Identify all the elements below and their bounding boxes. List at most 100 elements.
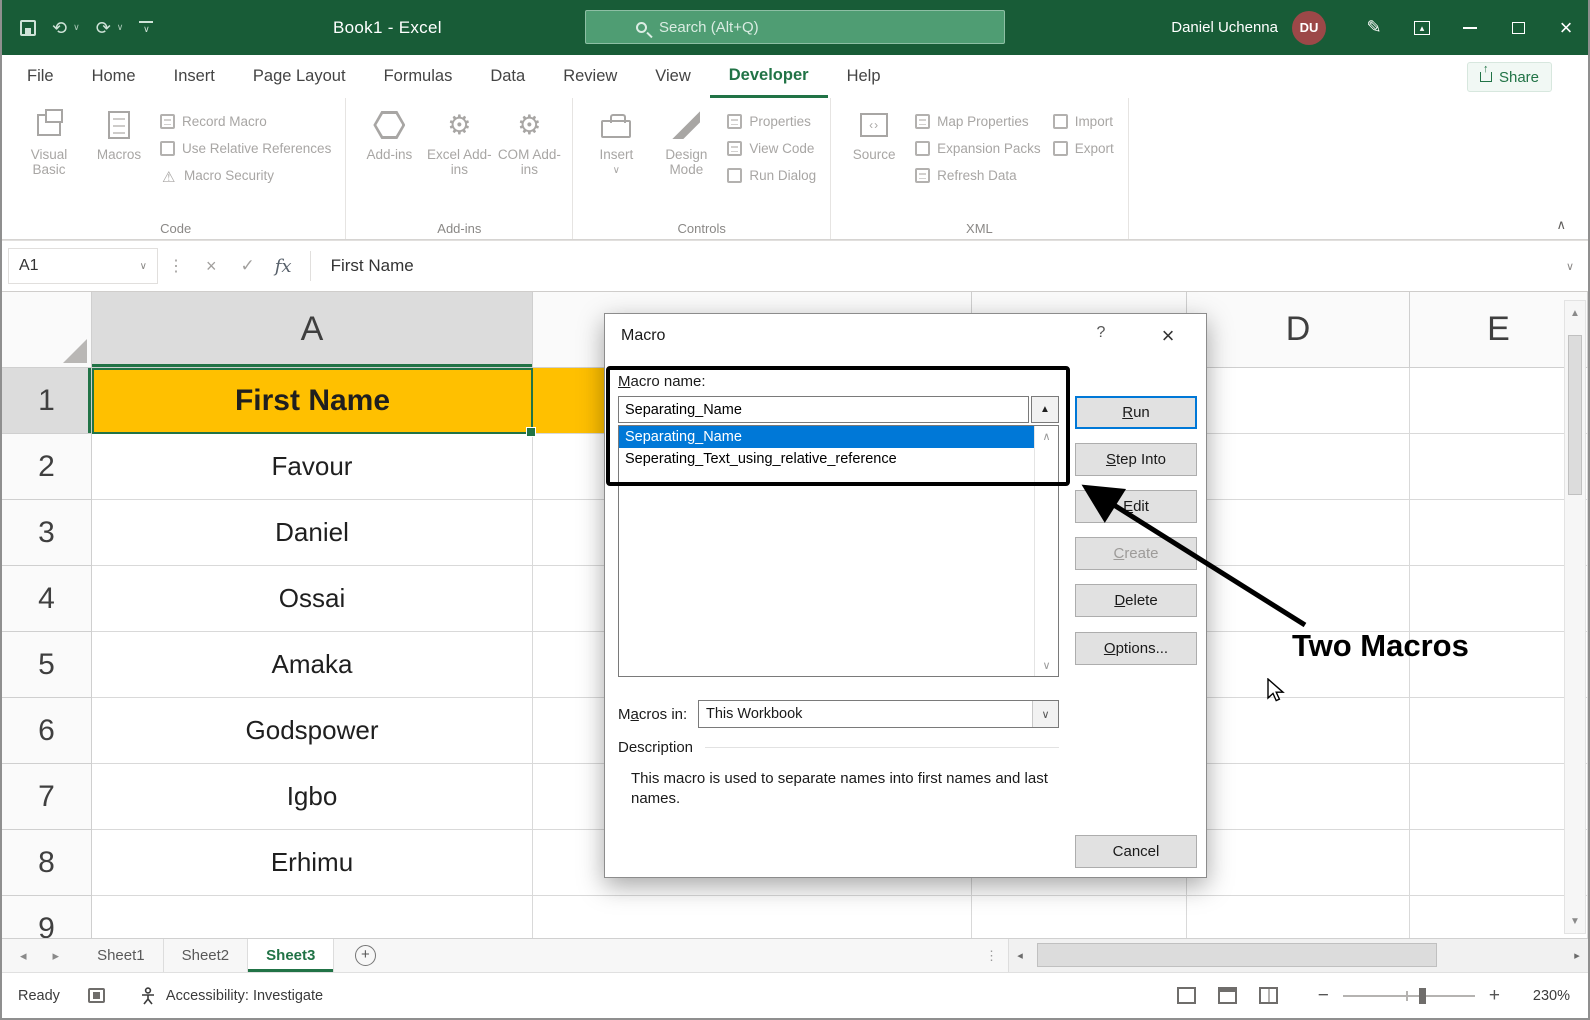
sheet-tab-sheet2[interactable]: Sheet2 bbox=[164, 939, 249, 972]
customize-qat-icon[interactable]: ∨ bbox=[139, 21, 153, 35]
cell-a5[interactable]: Amaka bbox=[92, 632, 533, 698]
row-header-2[interactable]: 2 bbox=[2, 434, 92, 500]
addins-button[interactable]: Add-ins bbox=[356, 104, 422, 162]
cell-a9[interactable] bbox=[92, 896, 533, 938]
zoom-level[interactable]: 230% bbox=[1522, 988, 1570, 1004]
design-mode-button[interactable]: Design Mode bbox=[653, 104, 719, 177]
refresh-data-button[interactable]: Refresh Data bbox=[911, 162, 1045, 189]
expand-formula-bar-icon[interactable]: ∨ bbox=[1566, 260, 1574, 273]
column-header-a[interactable]: A bbox=[92, 292, 533, 368]
maximize-button[interactable] bbox=[1494, 0, 1542, 55]
redo-dropdown-icon[interactable]: ∨ bbox=[117, 22, 124, 33]
dialog-help-button[interactable]: ? bbox=[1084, 324, 1118, 350]
options-button[interactable]: Options... bbox=[1075, 632, 1197, 665]
cell-a4[interactable]: Ossai bbox=[92, 566, 533, 632]
dialog-close-button[interactable]: × bbox=[1148, 320, 1188, 352]
avatar[interactable]: DU bbox=[1292, 11, 1326, 45]
undo-dropdown-icon[interactable]: ∨ bbox=[73, 22, 80, 33]
confirm-entry-icon[interactable]: ✓ bbox=[229, 256, 267, 276]
tab-home[interactable]: Home bbox=[73, 55, 155, 98]
record-macro-button[interactable]: Record Macro bbox=[156, 108, 335, 135]
cell-a7[interactable]: Igbo bbox=[92, 764, 533, 830]
inking-button[interactable]: ✎ bbox=[1350, 0, 1398, 55]
delete-button[interactable]: Delete bbox=[1075, 584, 1197, 617]
tab-view[interactable]: View bbox=[636, 55, 709, 98]
sheet-tab-sheet1[interactable]: Sheet1 bbox=[79, 939, 164, 972]
insert-function-icon[interactable]: fx bbox=[267, 256, 304, 277]
macro-list-scrollbar[interactable]: ∧ ∨ bbox=[1034, 426, 1058, 676]
cancel-button[interactable]: Cancel bbox=[1075, 835, 1197, 868]
vertical-scroll-thumb[interactable] bbox=[1568, 335, 1582, 495]
macros-in-dropdown[interactable]: This Workbook ∨ bbox=[698, 700, 1059, 728]
horizontal-scroll-thumb[interactable] bbox=[1037, 943, 1437, 967]
hscroll-right-icon[interactable]: ▸ bbox=[1566, 949, 1588, 962]
row-header-9[interactable]: 9 bbox=[2, 896, 92, 938]
list-scroll-up-icon[interactable]: ∧ bbox=[1042, 430, 1050, 443]
formula-bar-handle-icon[interactable]: ⋮ bbox=[158, 256, 194, 276]
cell-a1[interactable]: First Name bbox=[92, 368, 533, 434]
macros-button[interactable]: Macros bbox=[86, 104, 152, 162]
row-header-6[interactable]: 6 bbox=[2, 698, 92, 764]
page-break-view-icon[interactable] bbox=[1259, 987, 1278, 1004]
zoom-out-icon[interactable]: − bbox=[1318, 985, 1329, 1007]
row-header-7[interactable]: 7 bbox=[2, 764, 92, 830]
scroll-up-icon[interactable]: ▲ bbox=[1565, 301, 1585, 325]
name-box-dropdown-icon[interactable]: ∨ bbox=[140, 261, 147, 272]
horizontal-scrollbar[interactable]: ◂ ▸ bbox=[1008, 939, 1588, 972]
row-header-1[interactable]: 1 bbox=[2, 368, 92, 434]
use-relative-references-button[interactable]: Use Relative References bbox=[156, 135, 335, 162]
map-properties-button[interactable]: Map Properties bbox=[911, 108, 1045, 135]
name-box[interactable]: A1 ∨ bbox=[8, 248, 158, 284]
row-header-4[interactable]: 4 bbox=[2, 566, 92, 632]
column-header-d[interactable]: D bbox=[1187, 292, 1410, 368]
view-code-button[interactable]: View Code bbox=[723, 135, 820, 162]
properties-button[interactable]: Properties bbox=[723, 108, 820, 135]
macro-record-status-icon[interactable] bbox=[88, 988, 105, 1003]
column-header-e[interactable]: E bbox=[1410, 292, 1588, 368]
macro-list-up-button[interactable]: ▲ bbox=[1031, 396, 1059, 423]
tab-formulas[interactable]: Formulas bbox=[365, 55, 472, 98]
tab-file[interactable]: File bbox=[8, 55, 73, 98]
cell-a8[interactable]: Erhimu bbox=[92, 830, 533, 896]
hscroll-left-icon[interactable]: ◂ bbox=[1009, 949, 1031, 962]
visual-basic-button[interactable]: Visual Basic bbox=[16, 104, 82, 177]
normal-view-icon[interactable] bbox=[1177, 987, 1196, 1004]
tab-developer[interactable]: Developer bbox=[710, 55, 828, 98]
edit-button[interactable]: Edit bbox=[1075, 490, 1197, 523]
minimize-button[interactable] bbox=[1446, 0, 1494, 55]
tab-page-layout[interactable]: Page Layout bbox=[234, 55, 365, 98]
import-button[interactable]: Import bbox=[1049, 108, 1118, 135]
list-scroll-down-icon[interactable]: ∨ bbox=[1042, 659, 1050, 672]
row-header-5[interactable]: 5 bbox=[2, 632, 92, 698]
cell-a2[interactable]: Favour bbox=[92, 434, 533, 500]
tab-scroll-splitter[interactable]: ⋮ bbox=[985, 939, 1008, 972]
new-sheet-button[interactable]: + bbox=[348, 939, 382, 972]
share-button[interactable]: Share bbox=[1467, 62, 1552, 92]
excel-addins-button[interactable]: ⚙ Excel Add-ins bbox=[426, 104, 492, 177]
expansion-packs-button[interactable]: Expansion Packs bbox=[911, 135, 1045, 162]
insert-control-button[interactable]: Insert ∨ bbox=[583, 104, 649, 178]
row-header-3[interactable]: 3 bbox=[2, 500, 92, 566]
ribbon-display-options-button[interactable]: ▴ bbox=[1398, 0, 1446, 55]
scroll-down-icon[interactable]: ▼ bbox=[1565, 909, 1585, 933]
row-header-8[interactable]: 8 bbox=[2, 830, 92, 896]
source-button[interactable]: ‹› Source bbox=[841, 104, 907, 162]
sheet-tab-sheet3[interactable]: Sheet3 bbox=[248, 939, 334, 972]
run-dialog-button[interactable]: Run Dialog bbox=[723, 162, 820, 189]
zoom-slider-thumb[interactable] bbox=[1419, 988, 1426, 1004]
zoom-slider[interactable] bbox=[1343, 995, 1475, 997]
tab-data[interactable]: Data bbox=[471, 55, 544, 98]
zoom-in-icon[interactable]: + bbox=[1489, 985, 1500, 1007]
tab-insert[interactable]: Insert bbox=[155, 55, 234, 98]
cell-a6[interactable]: Godspower bbox=[92, 698, 533, 764]
accessibility-status[interactable]: Accessibility: Investigate bbox=[139, 987, 323, 1005]
run-button[interactable]: Run bbox=[1075, 396, 1197, 429]
macro-list-item-selected[interactable]: Separating_Name bbox=[619, 426, 1034, 448]
macro-security-button[interactable]: ⚠ Macro Security bbox=[156, 162, 335, 189]
undo-icon[interactable]: ⟲ bbox=[52, 19, 67, 37]
collapse-ribbon-icon[interactable]: ∧ bbox=[1556, 217, 1566, 233]
sheet-nav-prev-icon[interactable]: ◂ bbox=[20, 948, 27, 964]
formula-bar-value[interactable]: First Name bbox=[317, 256, 414, 276]
page-layout-view-icon[interactable] bbox=[1218, 987, 1237, 1004]
macro-list[interactable]: Separating_Name Seperating_Text_using_re… bbox=[618, 425, 1059, 677]
